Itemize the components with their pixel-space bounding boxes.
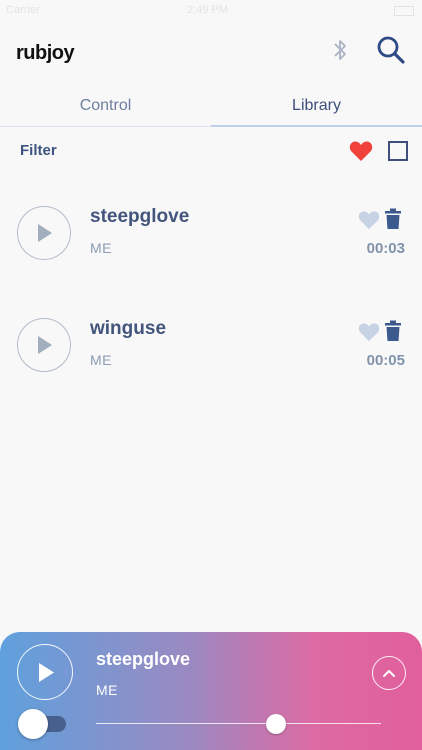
- player-toggle[interactable]: [18, 709, 66, 739]
- track-play-button[interactable]: [17, 206, 71, 260]
- track-duration: 00:05: [366, 352, 405, 369]
- app-logo: rubjoy: [16, 42, 75, 64]
- toggle-knob: [18, 709, 48, 739]
- track-title: steepglove: [90, 206, 190, 227]
- player-track-artist: ME: [96, 682, 118, 698]
- track-artist: ME: [90, 240, 112, 256]
- app-header: rubjoy: [0, 22, 422, 82]
- status-time: 2:49 PM: [187, 4, 228, 16]
- search-icon: [377, 36, 405, 64]
- track-list-item[interactable]: winguse ME 00:05: [0, 318, 422, 398]
- battery-icon: [394, 6, 414, 16]
- chevron-up-icon: [383, 670, 395, 677]
- heart-icon: [349, 141, 373, 161]
- player-play-button[interactable]: [17, 644, 73, 700]
- player-track-title: steepglove: [96, 649, 191, 669]
- favorite-button[interactable]: [358, 322, 380, 342]
- play-icon: [38, 224, 52, 242]
- expand-player-button[interactable]: [372, 656, 406, 690]
- heart-outline-icon: [358, 211, 380, 230]
- search-button[interactable]: [375, 34, 407, 66]
- select-all-checkbox[interactable]: [388, 141, 408, 161]
- track-title: winguse: [90, 318, 167, 339]
- play-icon: [38, 336, 52, 354]
- delete-button[interactable]: [385, 208, 401, 230]
- play-icon: [39, 663, 54, 682]
- tab-bar: Control Library: [0, 92, 422, 127]
- track-artist: ME: [90, 352, 112, 368]
- mini-player: steepglove ME: [0, 632, 422, 750]
- filter-row: Filter: [0, 138, 422, 166]
- track-play-button[interactable]: [17, 318, 71, 372]
- slider-track: [96, 723, 381, 724]
- track-duration: 00:03: [366, 240, 405, 257]
- tab-library[interactable]: Library: [211, 92, 422, 127]
- heart-outline-icon: [358, 323, 380, 342]
- track-list-item[interactable]: steepglove ME 00:03: [0, 206, 422, 286]
- delete-button[interactable]: [385, 320, 401, 342]
- tab-control[interactable]: Control: [0, 92, 211, 126]
- favorite-button[interactable]: [358, 210, 380, 230]
- filter-label: Filter: [20, 142, 57, 159]
- favorites-filter-button[interactable]: [349, 140, 373, 162]
- carrier-label: Carrier: [6, 4, 40, 16]
- status-bar: Carrier 2:49 PM: [0, 0, 422, 20]
- playback-slider[interactable]: [96, 714, 381, 734]
- slider-thumb[interactable]: [265, 714, 286, 734]
- bluetooth-icon[interactable]: [330, 38, 350, 62]
- trash-icon: [385, 208, 401, 229]
- trash-icon: [385, 320, 401, 341]
